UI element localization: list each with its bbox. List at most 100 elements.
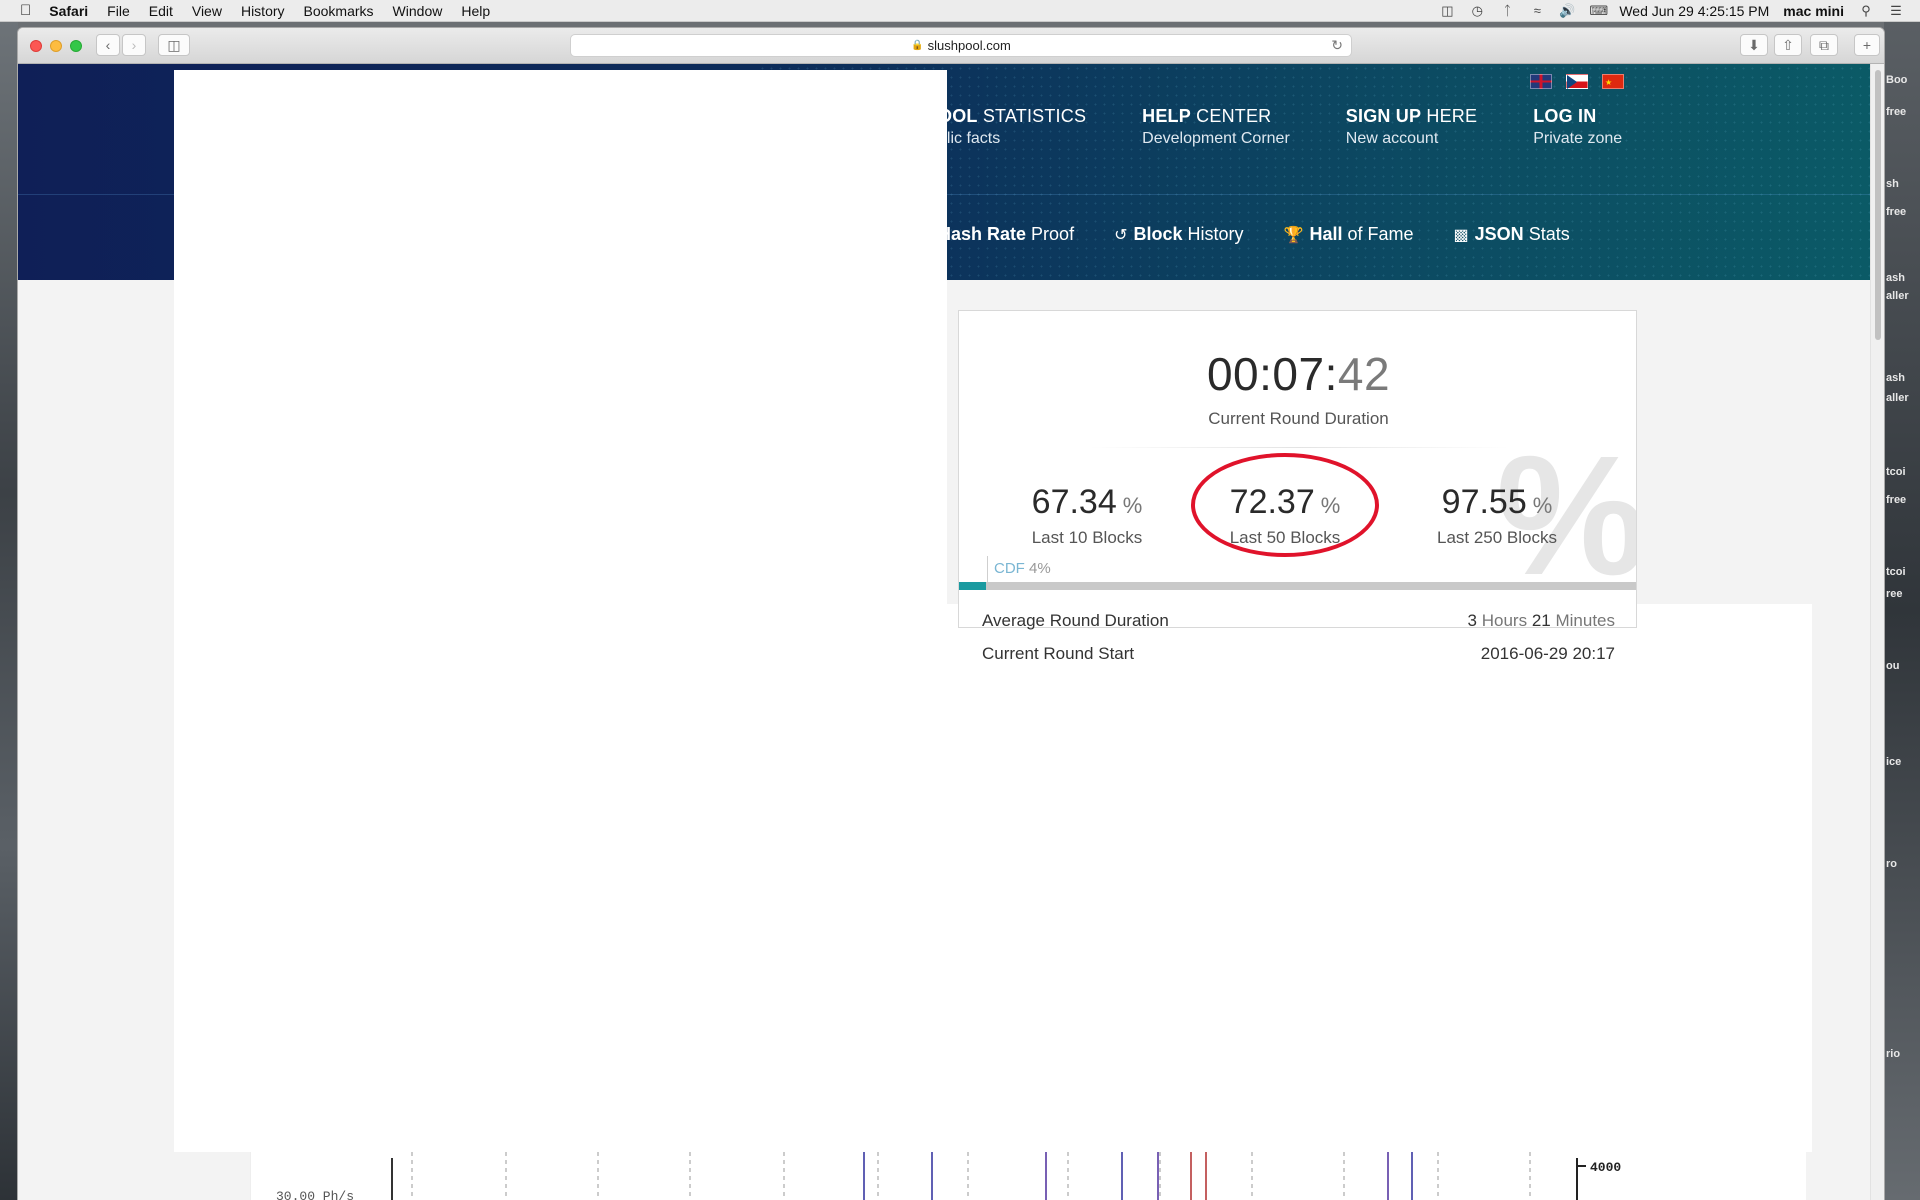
nav-title: HELP CENTER — [1142, 106, 1272, 126]
flag-cz-icon[interactable] — [1566, 74, 1588, 89]
menu-bar-clock[interactable]: Wed Jun 29 4:25:15 PM — [1619, 3, 1769, 19]
menu-window[interactable]: Window — [393, 3, 443, 19]
desktop-background-right — [1884, 22, 1920, 1200]
menu-bookmarks[interactable]: Bookmarks — [304, 3, 374, 19]
desktop-fragment-label: ree — [1886, 588, 1903, 600]
wifi-icon[interactable]: ≈ — [1529, 4, 1545, 18]
forward-button[interactable]: › — [122, 34, 146, 56]
notification-center-icon[interactable]: ☰ — [1888, 4, 1904, 18]
trophy-icon: 🏆 — [1283, 226, 1304, 244]
chart-gridlines — [411, 1152, 1531, 1200]
window-close-button[interactable] — [30, 40, 42, 52]
nav-subtitle: New account — [1345, 130, 1439, 147]
nav-pool-statistics[interactable]: OOL STATISTICS blic facts — [938, 106, 1086, 148]
stat-last-250-blocks: 97.55% Last 250 Blocks — [1397, 483, 1597, 548]
menu-history[interactable]: History — [241, 3, 285, 19]
info-label: Current Round Start — [982, 644, 1135, 663]
apple-icon[interactable]:  — [20, 2, 31, 19]
menu-edit[interactable]: Edit — [149, 3, 173, 19]
menu-file[interactable]: File — [107, 3, 130, 19]
sidebar-toggle-button[interactable]: ◫ — [158, 34, 190, 56]
desktop-fragment-label: ro — [1886, 858, 1897, 870]
redacted-overlay-panel — [174, 70, 947, 604]
desktop-fragment-label: free — [1886, 206, 1907, 218]
window-zoom-button[interactable] — [70, 40, 82, 52]
nav-subtitle: Development Corner — [1142, 130, 1290, 147]
subnav-hash-rate-proof[interactable]: Hash Rate Proof — [938, 224, 1074, 245]
desktop-fragment-label: ash — [1886, 272, 1905, 284]
nav-title: OOL STATISTICS — [938, 106, 1087, 126]
nav-log-in[interactable]: LOG IN Private zone — [1533, 106, 1622, 148]
info-value: 2016-06-29 20:17 — [1480, 644, 1615, 663]
download-icon: ⬇ — [1748, 36, 1760, 53]
window-minimize-button[interactable] — [50, 40, 62, 52]
screen-sharing-icon[interactable]: ◫ — [1439, 4, 1455, 18]
nav-subtitle: Private zone — [1533, 130, 1623, 147]
cdf-progress-bar — [959, 582, 1636, 590]
menu-app-safari[interactable]: Safari — [49, 3, 88, 19]
round-duration-label: Current Round Duration — [1208, 409, 1389, 428]
downloads-button[interactable]: ⬇ — [1740, 34, 1768, 56]
new-tab-button[interactable]: + — [1854, 34, 1880, 56]
lock-icon: 🔒 — [911, 40, 924, 51]
reload-icon[interactable]: ↻ — [1331, 37, 1343, 54]
menu-help[interactable]: Help — [461, 3, 490, 19]
highlight-annotation-circle — [1191, 453, 1379, 557]
bluetooth-icon[interactable]: ᛏ — [1499, 4, 1515, 18]
desktop-fragment-label: rio — [1886, 1048, 1901, 1060]
card-divider — [1089, 447, 1509, 448]
average-round-duration-row: Average Round Duration 3 Hours 21 Minute… — [982, 611, 1615, 631]
safari-window: ‹ › ◫ 🔒 slushpool.com ↻ ⬇ ⇧ ⧉ + ★ OOL ST… — [18, 28, 1884, 1200]
stat-label: Last 250 Blocks — [1436, 528, 1557, 547]
page-scrollbar[interactable] — [1870, 64, 1884, 1200]
statistics-subnav: Hash Rate Proof ↺ Block History 🏆 Hall o… — [938, 224, 1610, 245]
desktop-fragment-label: aller — [1886, 290, 1909, 302]
address-url: slushpool.com — [927, 38, 1011, 53]
safari-toolbar: ‹ › ◫ 🔒 slushpool.com ↻ ⬇ ⇧ ⧉ + — [18, 28, 1884, 64]
nav-sign-up[interactable]: SIGN UP HERE New account — [1346, 106, 1477, 148]
round-statistics-card: 00:07:42 Current Round Duration % 67.34%… — [958, 310, 1637, 663]
hash-rate-chart-svg: 4000 30.00 Ph/s — [250, 1152, 1621, 1200]
cdf-indicator: CDF 4% — [987, 556, 1051, 582]
stat-value: 97.55% — [1441, 483, 1553, 521]
desktop-fragment-label: tcoi — [1886, 466, 1906, 478]
subnav-block-history[interactable]: ↺ Block History — [1114, 224, 1243, 245]
desktop-fragment-label: ash — [1886, 372, 1905, 384]
back-button[interactable]: ‹ — [96, 34, 120, 56]
menu-view[interactable]: View — [192, 3, 222, 19]
nav-title: SIGN UP HERE — [1345, 106, 1478, 126]
desktop-fragment-label: ice — [1886, 756, 1902, 768]
address-bar[interactable]: 🔒 slushpool.com ↻ — [570, 34, 1352, 57]
chevron-right-icon: › — [131, 37, 137, 53]
scrollbar-thumb[interactable] — [1875, 70, 1881, 340]
flag-cn-icon[interactable]: ★ — [1602, 74, 1624, 89]
redacted-content-area — [174, 604, 1812, 1152]
subnav-json-stats[interactable]: ▩ JSON Stats — [1454, 224, 1570, 245]
spotlight-search-icon[interactable]: ⚲ — [1858, 4, 1874, 18]
share-icon: ⇧ — [1782, 36, 1794, 53]
share-button[interactable]: ⇧ — [1774, 34, 1802, 56]
language-selector: ★ — [1530, 74, 1624, 89]
keyboard-input-icon[interactable]: ⌨ — [1589, 4, 1608, 18]
volume-icon[interactable]: 🔊 — [1559, 4, 1575, 18]
stat-last-10-blocks: 67.34% Last 10 Blocks — [987, 483, 1187, 548]
hash-rate-chart-fragment: 4000 30.00 Ph/s — [250, 1152, 1806, 1200]
desktop-fragment-label: free — [1886, 494, 1907, 506]
menu-bar-status-area: ◫ ◷ ᛏ ≈ 🔊 ⌨ Wed Jun 29 4:25:15 PM mac mi… — [1439, 0, 1904, 22]
stat-value: 67.34% — [1031, 483, 1143, 521]
stat-label: Last 10 Blocks — [1031, 528, 1143, 547]
macos-menu-bar:  Safari File Edit View History Bookmark… — [0, 0, 1920, 22]
subnav-hall-of-fame[interactable]: 🏆 Hall of Fame — [1284, 224, 1414, 245]
chart-left-label: 30.00 Ph/s — [276, 1189, 354, 1200]
time-machine-icon[interactable]: ◷ — [1469, 4, 1485, 18]
chevron-left-icon: ‹ — [105, 37, 111, 53]
tabs-overview-button[interactable]: ⧉ — [1810, 34, 1838, 56]
menu-bar-user[interactable]: mac mini — [1783, 3, 1844, 19]
nav-subtitle: blic facts — [938, 130, 1001, 147]
tabs-icon: ⧉ — [1819, 36, 1829, 53]
bar-chart-icon: ▩ — [1453, 226, 1469, 244]
flag-uk-icon[interactable] — [1530, 74, 1552, 89]
desktop-fragment-label: free — [1886, 106, 1907, 118]
nav-help-center[interactable]: HELP CENTER Development Corner — [1142, 106, 1290, 148]
current-round-start-row: Current Round Start 2016-06-29 20:17 — [982, 644, 1615, 664]
